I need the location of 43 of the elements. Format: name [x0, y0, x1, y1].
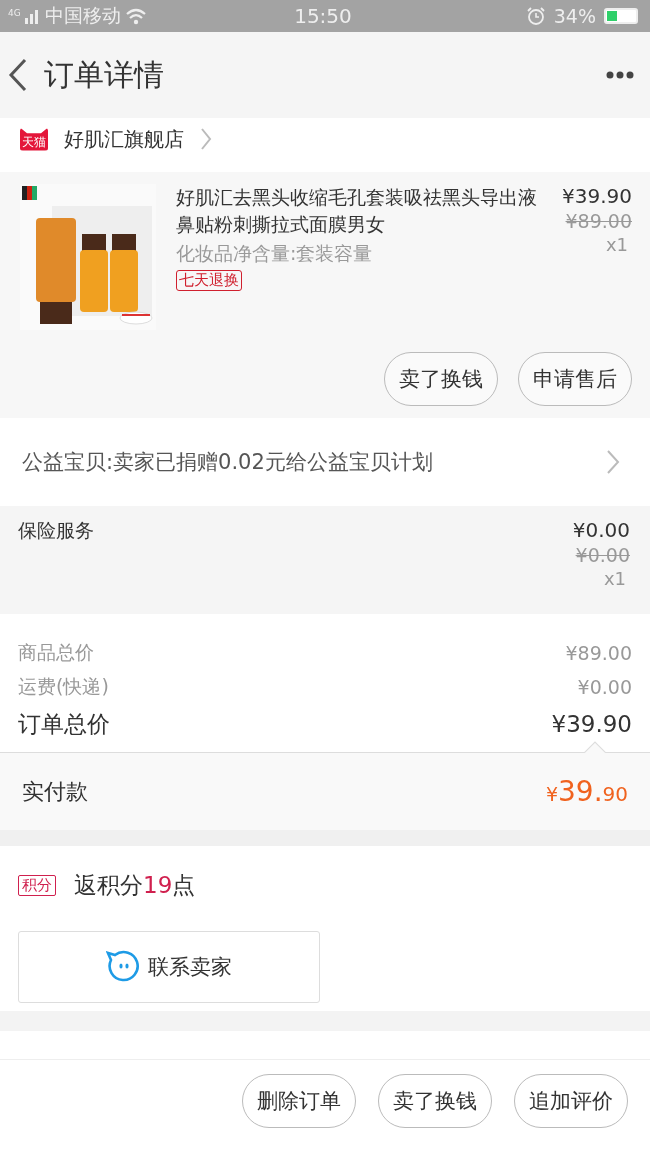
clock-time: 15:50: [294, 4, 352, 28]
insurance-label: 保险服务: [18, 518, 94, 543]
product-spec: 化妆品净含量:套装容量: [176, 241, 373, 266]
charity-notice[interactable]: 公益宝贝:卖家已捐赠0.02元给公益宝贝计划: [22, 448, 433, 476]
total-label: 商品总价: [18, 640, 94, 665]
points-badge: 积分: [18, 875, 56, 896]
total-label: 运费(快递): [18, 674, 109, 699]
action-button[interactable]: 追加评价: [514, 1074, 628, 1128]
carrier-name: 中国移动: [44, 3, 121, 28]
return-policy-tag: 七天退换: [176, 270, 242, 291]
total-value: ¥89.00: [565, 642, 632, 664]
points-text: 返积分19点: [74, 871, 196, 900]
insurance-price: ¥0.00: [572, 518, 630, 542]
action-button[interactable]: 卖了换钱: [384, 352, 498, 406]
battery-percent: 34%: [553, 5, 596, 27]
chevron-right-icon: [200, 127, 212, 151]
total-value: ¥39.90: [551, 711, 632, 737]
action-button[interactable]: 删除订单: [242, 1074, 356, 1128]
quantity: x1: [603, 568, 626, 589]
store-logo: 天猫: [20, 127, 48, 151]
network-label: 4G: [8, 8, 21, 18]
contact-seller-button[interactable]: 联系卖家: [18, 931, 320, 1003]
back-icon[interactable]: [8, 58, 28, 92]
store-name[interactable]: 好肌汇旗舰店: [64, 125, 184, 153]
paid-label: 实付款: [22, 777, 88, 806]
battery-icon: [604, 8, 638, 24]
action-button[interactable]: 卖了换钱: [378, 1074, 492, 1128]
signal-icon: [24, 8, 41, 24]
page-title: 订单详情: [44, 55, 165, 94]
original-price: ¥89.00: [565, 210, 632, 232]
quantity: x1: [605, 234, 628, 255]
product-title[interactable]: 好肌汇去黑头收缩毛孔套装吸祛黑头导出液鼻贴粉刺撕拉式面膜男女: [176, 184, 542, 238]
wifi-icon: [124, 7, 147, 25]
total-label: 订单总价: [18, 709, 110, 739]
alarm-icon: [525, 6, 546, 26]
action-button[interactable]: 申请售后: [518, 352, 632, 406]
more-icon[interactable]: [606, 71, 634, 79]
paid-amount: ¥39.90: [545, 775, 628, 808]
original-price: ¥0.00: [575, 544, 630, 566]
product-price: ¥39.90: [562, 184, 632, 208]
chat-face-icon: [106, 950, 140, 984]
chevron-right-icon: [606, 449, 620, 475]
total-value: ¥0.00: [577, 676, 632, 698]
